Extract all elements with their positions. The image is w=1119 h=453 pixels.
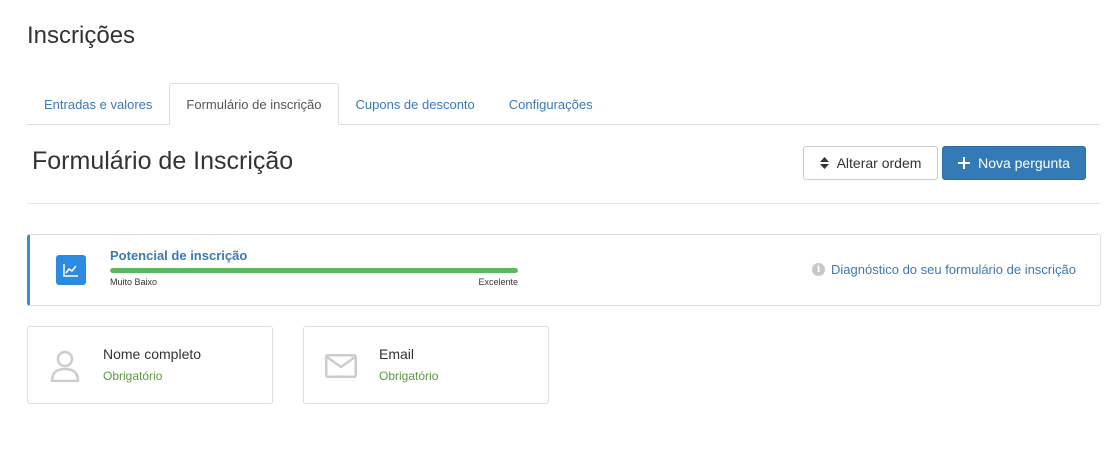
tab-formulario-de-inscricao[interactable]: Formulário de inscrição [169,83,339,125]
sort-icon [819,157,829,169]
potential-panel: Potencial de inscrição Muito Baixo Excel… [27,234,1101,306]
field-card-nome-completo[interactable]: Nome completo Obrigatório [27,326,273,404]
section-title: Formulário de Inscrição [32,147,294,175]
reorder-button[interactable]: Alterar ordem [803,146,938,180]
reorder-button-label: Alterar ordem [836,155,922,171]
page: Inscrições Entradas e valores Formulário… [0,0,1119,453]
scale-low-label: Muito Baixo [110,277,158,287]
potential-meter [110,268,518,273]
field-name: Nome completo [103,346,202,362]
plus-icon [958,157,971,169]
page-title: Inscrições [27,22,136,49]
section-divider [27,203,1100,204]
tab-cupons-de-desconto[interactable]: Cupons de desconto [339,83,492,124]
field-required-label: Obrigatório [379,369,439,383]
new-question-button[interactable]: Nova pergunta [942,146,1086,180]
line-chart-icon [56,255,86,285]
envelope-icon [324,349,358,383]
field-required-label: Obrigatório [103,369,163,383]
field-card-email[interactable]: Email Obrigatório [303,326,549,404]
tab-configuracoes[interactable]: Configurações [492,83,610,124]
tab-bar: Entradas e valores Formulário de inscriç… [27,83,1100,125]
potential-title: Potencial de inscrição [110,248,248,263]
new-question-button-label: Nova pergunta [978,155,1070,171]
info-icon: i [812,263,826,276]
potential-meter-fill [110,268,518,273]
field-name: Email [379,346,415,362]
user-icon [48,349,82,383]
diagnostic-link[interactable]: i Diagnóstico do seu formulário de inscr… [812,262,1076,277]
diagnostic-link-label: Diagnóstico do seu formulário de inscriç… [831,262,1076,277]
scale-high-label: Excelente [478,277,518,287]
tab-entradas-e-valores[interactable]: Entradas e valores [27,83,169,124]
